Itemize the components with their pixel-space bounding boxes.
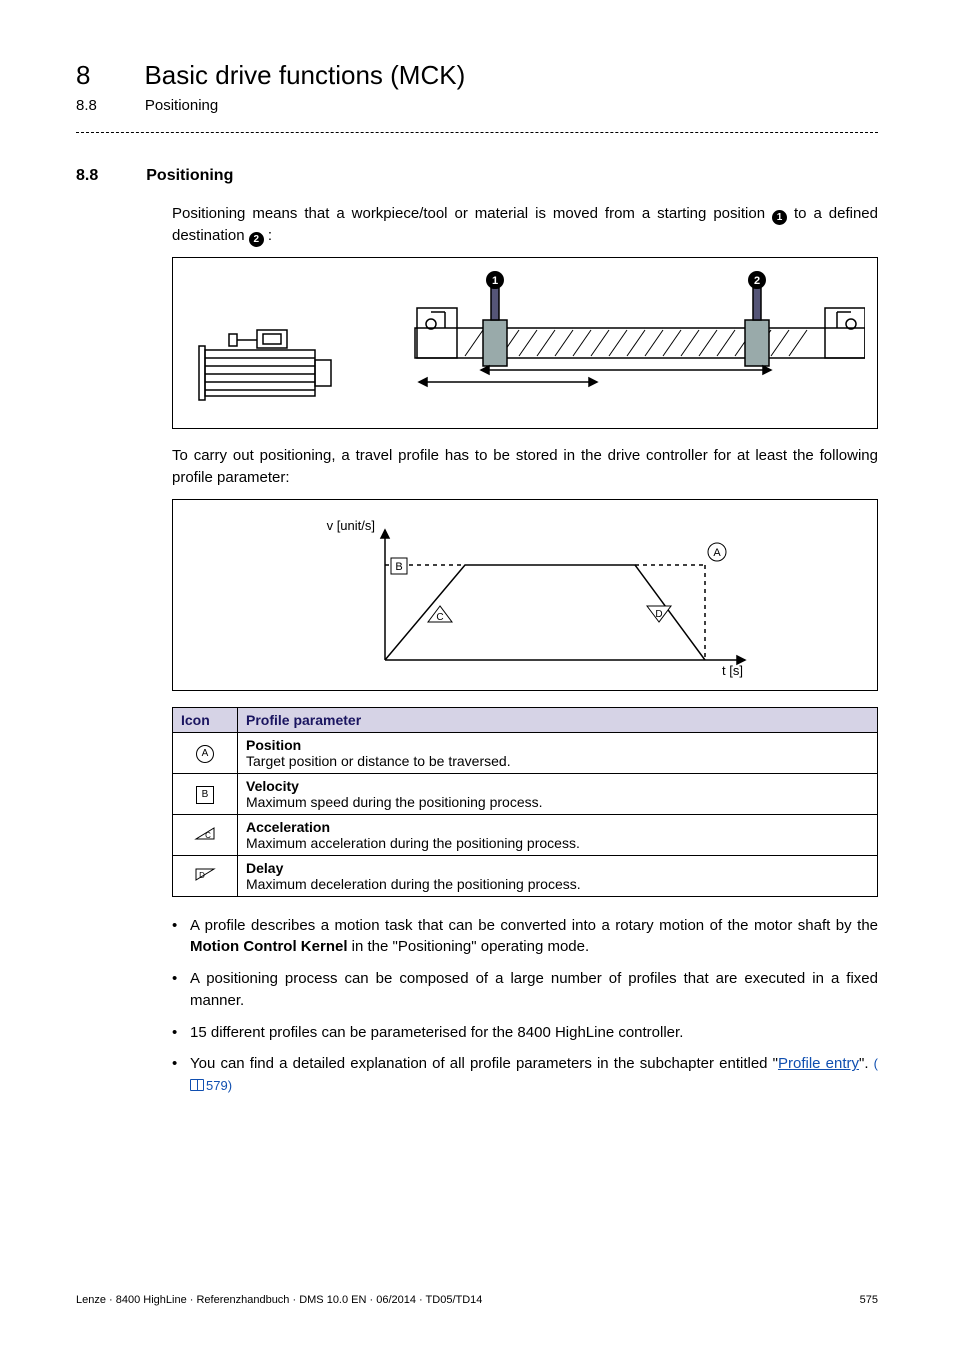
triangle-up-c-icon: C <box>194 826 216 840</box>
bullet-text: 15 different profiles can be parameteris… <box>190 1024 683 1041</box>
param-title: Velocity <box>246 778 869 794</box>
param-title: Delay <box>246 860 869 876</box>
profile-entry-link[interactable]: Profile entry <box>778 1055 859 1072</box>
fig2-mark-c: C <box>436 612 443 623</box>
param-desc: Maximum speed during the positioning pro… <box>246 794 543 810</box>
table-row: B Velocity Maximum speed during the posi… <box>173 773 878 814</box>
fig2-mark-b: B <box>395 561 402 573</box>
section-title: Positioning <box>146 167 233 185</box>
icon-cell-d: D <box>173 855 238 896</box>
table-row: D Delay Maximum deceleration during the … <box>173 855 878 896</box>
bullet-text-bold: Motion Control Kernel <box>190 938 348 955</box>
page-ref-number: 579) <box>206 1078 232 1093</box>
list-item: 15 different profiles can be parameteris… <box>172 1022 878 1044</box>
book-icon <box>190 1079 204 1091</box>
bullet-text-post: in the "Positioning" operating mode. <box>352 938 589 955</box>
intro-text-3: : <box>268 227 272 244</box>
circle-a-icon: A <box>196 745 214 763</box>
bullet-text-pre: A profile describes a motion task that c… <box>190 917 878 934</box>
list-item: A profile describes a motion task that c… <box>172 915 878 959</box>
icon-cell-b: B <box>173 773 238 814</box>
param-desc: Maximum acceleration during the position… <box>246 835 580 851</box>
fig2-mark-d: D <box>655 609 662 620</box>
bullet-list: A profile describes a motion task that c… <box>172 915 878 1097</box>
square-b-icon: B <box>196 786 214 804</box>
svg-text:C: C <box>205 831 211 840</box>
subchapter-title: Positioning <box>145 97 218 114</box>
fig2-ylabel: v [unit/s] <box>327 518 375 533</box>
fig2-mark-a: A <box>713 547 721 559</box>
figure1-marker-1: 1 <box>492 275 498 287</box>
bullet-text: A positioning process can be composed of… <box>190 970 878 1009</box>
after-figure1-paragraph: To carry out positioning, a travel profi… <box>172 445 878 489</box>
profile-parameter-table: Icon Profile parameter A Position Target… <box>172 707 878 897</box>
icon-cell-a: A <box>173 732 238 773</box>
figure1-marker-2: 2 <box>754 275 760 287</box>
list-item: You can find a detailed explanation of a… <box>172 1053 878 1097</box>
svg-text:D: D <box>199 871 205 880</box>
intro-text-1: Positioning means that a workpiece/tool … <box>172 205 772 222</box>
param-cell: Velocity Maximum speed during the positi… <box>238 773 878 814</box>
icon-cell-c: C <box>173 814 238 855</box>
param-desc: Target position or distance to be traver… <box>246 753 511 769</box>
figure-velocity-profile: v [unit/s] t [s] A B C D <box>172 499 878 691</box>
footer-left: Lenze · 8400 HighLine · Referenzhandbuch… <box>76 1294 482 1306</box>
table-header-icon: Icon <box>173 707 238 732</box>
chapter-number: 8 <box>76 60 90 91</box>
fig2-xlabel: t [s] <box>722 663 743 678</box>
param-cell: Position Target position or distance to … <box>238 732 878 773</box>
param-cell: Delay Maximum deceleration during the po… <box>238 855 878 896</box>
bullet-text-pre: You can find a detailed explanation of a… <box>190 1055 778 1072</box>
param-title: Acceleration <box>246 819 869 835</box>
param-title: Position <box>246 737 869 753</box>
figure-motor-rail: 1 2 <box>172 257 878 429</box>
intro-paragraph: Positioning means that a workpiece/tool … <box>172 203 878 247</box>
list-item: A positioning process can be composed of… <box>172 968 878 1012</box>
chapter-title: Basic drive functions (MCK) <box>144 60 465 91</box>
divider <box>76 132 878 133</box>
table-header-param: Profile parameter <box>238 707 878 732</box>
bullet-text-post: ". <box>859 1055 874 1072</box>
triangle-down-d-icon: D <box>194 867 216 881</box>
marker-two-icon: 2 <box>249 232 264 247</box>
param-cell: Acceleration Maximum acceleration during… <box>238 814 878 855</box>
subchapter-number: 8.8 <box>76 97 97 114</box>
section-number: 8.8 <box>76 167 98 185</box>
table-row: A Position Target position or distance t… <box>173 732 878 773</box>
table-row: C Acceleration Maximum acceleration duri… <box>173 814 878 855</box>
footer-page-number: 575 <box>860 1294 878 1306</box>
marker-one-icon: 1 <box>772 210 787 225</box>
param-desc: Maximum deceleration during the position… <box>246 876 581 892</box>
